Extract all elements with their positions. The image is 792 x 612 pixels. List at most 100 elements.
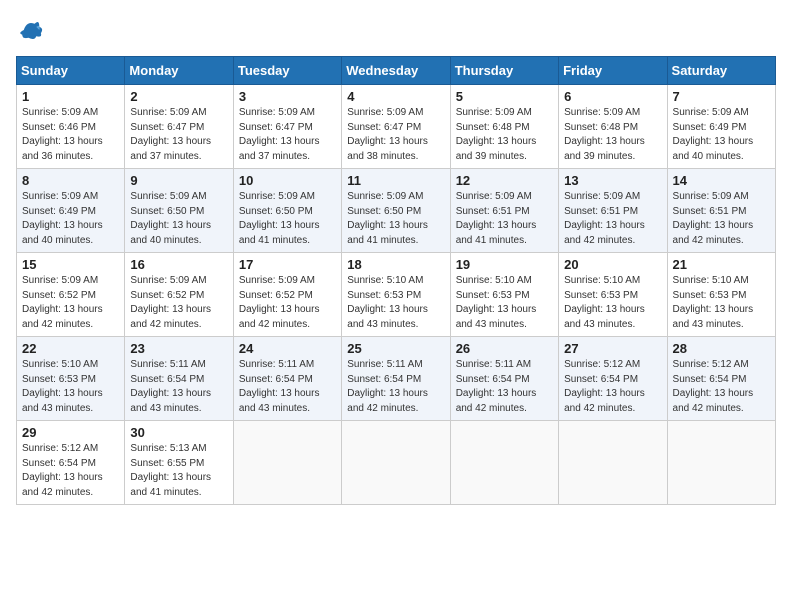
day-number: 17 (239, 257, 336, 272)
header-sunday: Sunday (17, 57, 125, 85)
empty-cell (342, 421, 450, 505)
calendar-table: SundayMondayTuesdayWednesdayThursdayFrid… (16, 56, 776, 505)
day-info: Sunrise: 5:09 AMSunset: 6:50 PMDaylight:… (239, 190, 336, 248)
day-cell-19: 19 Sunrise: 5:10 AMSunset: 6:53 PMDayligh… (450, 253, 558, 337)
day-info: Sunrise: 5:09 AMSunset: 6:47 PMDaylight:… (130, 106, 227, 164)
calendar-row-4: 22 Sunrise: 5:10 AMSunset: 6:53 PMDayligh… (17, 337, 776, 421)
day-number: 24 (239, 341, 336, 356)
day-number: 5 (456, 89, 553, 104)
day-number: 1 (22, 89, 119, 104)
day-info: Sunrise: 5:09 AMSunset: 6:49 PMDaylight:… (22, 190, 119, 248)
calendar-row-3: 15 Sunrise: 5:09 AMSunset: 6:52 PMDayligh… (17, 253, 776, 337)
header-monday: Monday (125, 57, 233, 85)
day-info: Sunrise: 5:09 AMSunset: 6:46 PMDaylight:… (22, 106, 119, 164)
day-cell-22: 22 Sunrise: 5:10 AMSunset: 6:53 PMDayligh… (17, 337, 125, 421)
day-cell-8: 8 Sunrise: 5:09 AMSunset: 6:49 PMDaylight… (17, 169, 125, 253)
day-info: Sunrise: 5:09 AMSunset: 6:51 PMDaylight:… (456, 190, 553, 248)
day-cell-24: 24 Sunrise: 5:11 AMSunset: 6:54 PMDayligh… (233, 337, 341, 421)
header-saturday: Saturday (667, 57, 775, 85)
day-info: Sunrise: 5:11 AMSunset: 6:54 PMDaylight:… (239, 358, 336, 416)
day-number: 18 (347, 257, 444, 272)
day-info: Sunrise: 5:12 AMSunset: 6:54 PMDaylight:… (673, 358, 770, 416)
day-info: Sunrise: 5:09 AMSunset: 6:50 PMDaylight:… (347, 190, 444, 248)
day-cell-17: 17 Sunrise: 5:09 AMSunset: 6:52 PMDayligh… (233, 253, 341, 337)
empty-cell (559, 421, 667, 505)
day-number: 13 (564, 173, 661, 188)
day-cell-7: 7 Sunrise: 5:09 AMSunset: 6:49 PMDaylight… (667, 85, 775, 169)
day-number: 11 (347, 173, 444, 188)
day-number: 6 (564, 89, 661, 104)
day-cell-11: 11 Sunrise: 5:09 AMSunset: 6:50 PMDayligh… (342, 169, 450, 253)
day-cell-21: 21 Sunrise: 5:10 AMSunset: 6:53 PMDayligh… (667, 253, 775, 337)
day-cell-10: 10Sunrise: 5:09 AMSunset: 6:50 PMDayligh… (233, 169, 341, 253)
day-cell-6: 6 Sunrise: 5:09 AMSunset: 6:48 PMDaylight… (559, 85, 667, 169)
day-info: Sunrise: 5:11 AMSunset: 6:54 PMDaylight:… (347, 358, 444, 416)
calendar-row-1: 1 Sunrise: 5:09 AMSunset: 6:46 PMDaylight… (17, 85, 776, 169)
calendar-row-2: 8 Sunrise: 5:09 AMSunset: 6:49 PMDaylight… (17, 169, 776, 253)
calendar-row-5: 29Sunrise: 5:12 AMSunset: 6:54 PMDayligh… (17, 421, 776, 505)
day-info: Sunrise: 5:09 AMSunset: 6:51 PMDaylight:… (673, 190, 770, 248)
day-info: Sunrise: 5:11 AMSunset: 6:54 PMDaylight:… (456, 358, 553, 416)
day-number: 28 (673, 341, 770, 356)
day-cell-28: 28 Sunrise: 5:12 AMSunset: 6:54 PMDayligh… (667, 337, 775, 421)
day-cell-1: 1 Sunrise: 5:09 AMSunset: 6:46 PMDaylight… (17, 85, 125, 169)
day-info: Sunrise: 5:09 AMSunset: 6:51 PMDaylight:… (564, 190, 661, 248)
day-number: 16 (130, 257, 227, 272)
day-number: 7 (673, 89, 770, 104)
day-number: 12 (456, 173, 553, 188)
header-thursday: Thursday (450, 57, 558, 85)
day-cell-3: 3Sunrise: 5:09 AMSunset: 6:47 PMDaylight… (233, 85, 341, 169)
day-cell-25: 25 Sunrise: 5:11 AMSunset: 6:54 PMDayligh… (342, 337, 450, 421)
day-number: 19 (456, 257, 553, 272)
day-number: 9 (130, 173, 227, 188)
day-info: Sunrise: 5:10 AMSunset: 6:53 PMDaylight:… (673, 274, 770, 332)
day-info: Sunrise: 5:13 AMSunset: 6:55 PMDaylight:… (130, 442, 227, 500)
day-number: 20 (564, 257, 661, 272)
day-cell-29: 29Sunrise: 5:12 AMSunset: 6:54 PMDayligh… (17, 421, 125, 505)
day-cell-12: 12 Sunrise: 5:09 AMSunset: 6:51 PMDayligh… (450, 169, 558, 253)
day-info: Sunrise: 5:12 AMSunset: 6:54 PMDaylight:… (564, 358, 661, 416)
empty-cell (233, 421, 341, 505)
day-cell-26: 26 Sunrise: 5:11 AMSunset: 6:54 PMDayligh… (450, 337, 558, 421)
header-wednesday: Wednesday (342, 57, 450, 85)
day-cell-30: 30 Sunrise: 5:13 AMSunset: 6:55 PMDayligh… (125, 421, 233, 505)
day-info: Sunrise: 5:09 AMSunset: 6:50 PMDaylight:… (130, 190, 227, 248)
day-info: Sunrise: 5:10 AMSunset: 6:53 PMDaylight:… (22, 358, 119, 416)
day-number: 2 (130, 89, 227, 104)
day-cell-16: 16 Sunrise: 5:09 AMSunset: 6:52 PMDayligh… (125, 253, 233, 337)
day-info: Sunrise: 5:09 AMSunset: 6:52 PMDaylight:… (239, 274, 336, 332)
day-info: Sunrise: 5:09 AMSunset: 6:52 PMDaylight:… (130, 274, 227, 332)
day-cell-20: 20 Sunrise: 5:10 AMSunset: 6:53 PMDayligh… (559, 253, 667, 337)
day-number: 22 (22, 341, 119, 356)
day-cell-9: 9 Sunrise: 5:09 AMSunset: 6:50 PMDaylight… (125, 169, 233, 253)
day-cell-18: 18Sunrise: 5:10 AMSunset: 6:53 PMDayligh… (342, 253, 450, 337)
day-cell-13: 13 Sunrise: 5:09 AMSunset: 6:51 PMDayligh… (559, 169, 667, 253)
day-number: 23 (130, 341, 227, 356)
day-number: 25 (347, 341, 444, 356)
day-cell-23: 23Sunrise: 5:11 AMSunset: 6:54 PMDayligh… (125, 337, 233, 421)
day-info: Sunrise: 5:09 AMSunset: 6:49 PMDaylight:… (673, 106, 770, 164)
day-number: 8 (22, 173, 119, 188)
day-number: 26 (456, 341, 553, 356)
day-number: 30 (130, 425, 227, 440)
logo (16, 16, 48, 44)
header-tuesday: Tuesday (233, 57, 341, 85)
header-friday: Friday (559, 57, 667, 85)
day-number: 4 (347, 89, 444, 104)
calendar-header-row: SundayMondayTuesdayWednesdayThursdayFrid… (17, 57, 776, 85)
day-cell-4: 4 Sunrise: 5:09 AMSunset: 6:47 PMDaylight… (342, 85, 450, 169)
day-cell-14: 14 Sunrise: 5:09 AMSunset: 6:51 PMDayligh… (667, 169, 775, 253)
day-number: 21 (673, 257, 770, 272)
day-info: Sunrise: 5:10 AMSunset: 6:53 PMDaylight:… (564, 274, 661, 332)
day-info: Sunrise: 5:09 AMSunset: 6:47 PMDaylight:… (347, 106, 444, 164)
day-info: Sunrise: 5:09 AMSunset: 6:48 PMDaylight:… (564, 106, 661, 164)
day-number: 14 (673, 173, 770, 188)
day-number: 15 (22, 257, 119, 272)
day-info: Sunrise: 5:09 AMSunset: 6:52 PMDaylight:… (22, 274, 119, 332)
logo-icon (16, 16, 44, 44)
day-cell-27: 27Sunrise: 5:12 AMSunset: 6:54 PMDayligh… (559, 337, 667, 421)
day-info: Sunrise: 5:09 AMSunset: 6:47 PMDaylight:… (239, 106, 336, 164)
day-cell-5: 5Sunrise: 5:09 AMSunset: 6:48 PMDaylight… (450, 85, 558, 169)
day-info: Sunrise: 5:10 AMSunset: 6:53 PMDaylight:… (456, 274, 553, 332)
day-cell-2: 2 Sunrise: 5:09 AMSunset: 6:47 PMDaylight… (125, 85, 233, 169)
